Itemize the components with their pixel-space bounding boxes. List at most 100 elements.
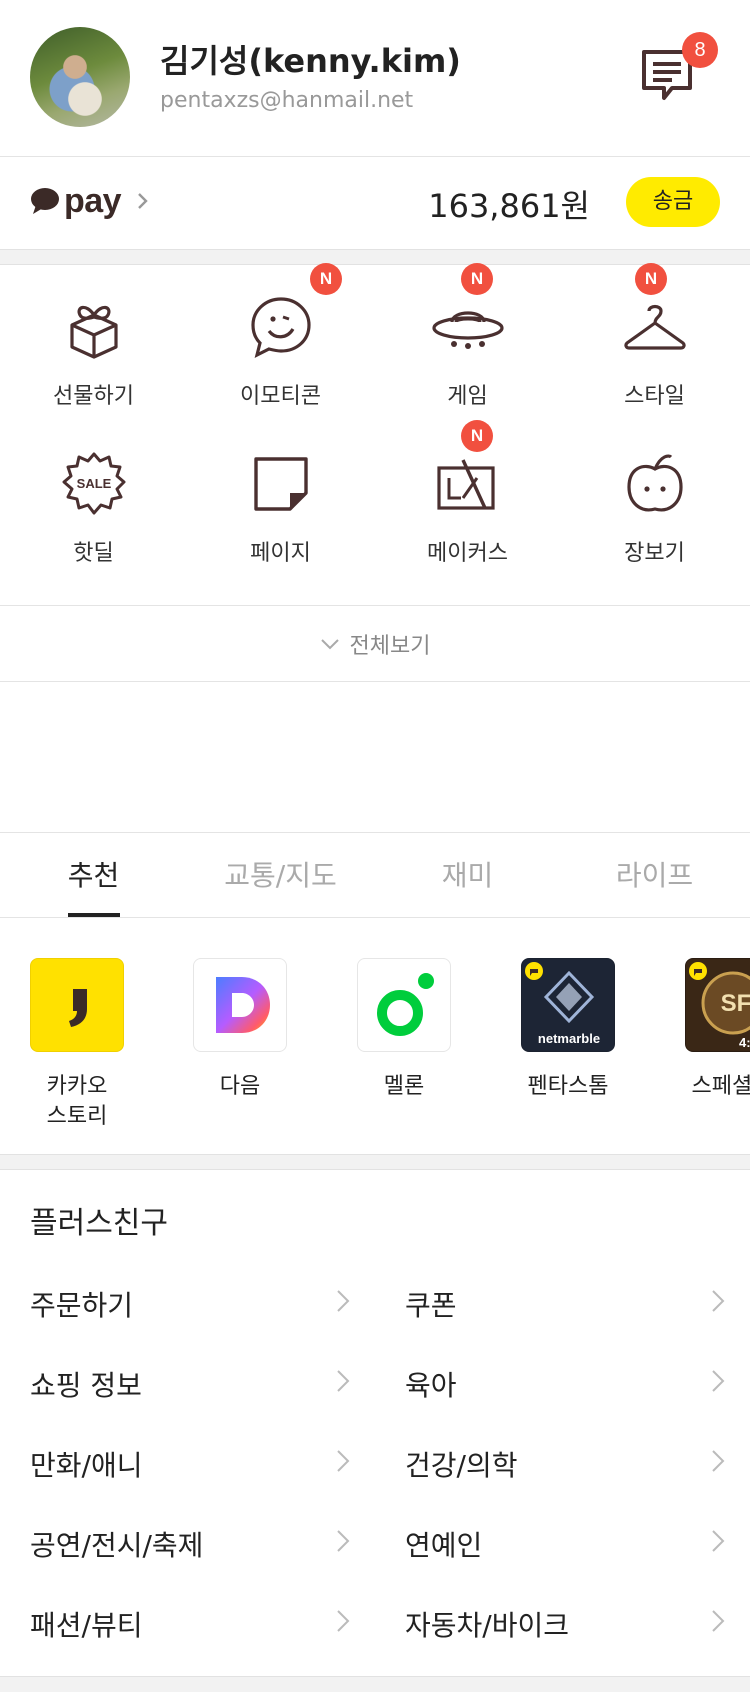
tab-fun[interactable]: 재미	[374, 833, 561, 919]
service-grid: 선물하기 N 이모티콘 N 게임 N 스타일 SALE 핫딜 페이지 N 메이커…	[0, 263, 750, 605]
section-divider	[0, 249, 750, 265]
daum-icon	[193, 958, 287, 1052]
new-badge: N	[635, 263, 667, 295]
profile-name: 김기성(kenny.kim)	[160, 42, 461, 80]
pay-balance: 163,861원	[428, 187, 590, 225]
page-note-icon	[253, 457, 308, 511]
svg-text:netmarble: netmarble	[538, 1031, 600, 1046]
ufo-game-icon	[431, 311, 504, 349]
service-label: 메이커스	[427, 541, 508, 566]
service-label: 핫딜	[73, 541, 114, 566]
service-page[interactable]: 페이지	[187, 422, 374, 572]
service-label: 이모티콘	[240, 384, 321, 409]
section-divider	[0, 1676, 750, 1692]
service-style[interactable]: N 스타일	[561, 263, 748, 415]
plus-item-label: 공연/전시/축제	[30, 1529, 204, 1562]
chevron-right-icon	[337, 1450, 350, 1472]
plus-item-label: 쇼핑 정보	[30, 1369, 142, 1402]
section-divider	[0, 1154, 750, 1170]
plus-friends-title: 플러스친구	[30, 1206, 168, 1241]
kakaostory-icon	[30, 958, 124, 1052]
service-label: 게임	[447, 384, 488, 409]
hanger-icon	[623, 304, 686, 350]
plus-item-label: 건강/의학	[405, 1449, 518, 1482]
app-pentastorm[interactable]: netmarble 펜타스톰	[493, 958, 643, 1102]
avatar[interactable]	[30, 27, 130, 127]
new-badge: N	[461, 420, 493, 452]
service-label: 페이지	[250, 541, 311, 566]
chevron-right-icon	[712, 1450, 725, 1472]
service-makers[interactable]: N 메이커스	[374, 420, 561, 572]
empty-banner-area	[0, 682, 750, 832]
chevron-right-icon	[337, 1290, 350, 1312]
speech-bubble-icon	[31, 188, 59, 214]
service-label: 장보기	[624, 541, 685, 566]
plus-item-label: 자동차/바이크	[405, 1609, 569, 1642]
tab-life[interactable]: 라이프	[561, 833, 748, 919]
category-tabs: 추천 교통/지도 재미 라이프	[0, 832, 750, 918]
app-kakaostory[interactable]: 카카오 스토리	[2, 958, 152, 1132]
plus-item-label: 쿠폰	[405, 1289, 457, 1322]
app-name: 다음	[219, 1074, 261, 1099]
tab-transport-map[interactable]: 교통/지도	[187, 833, 374, 919]
app-daum[interactable]: 다음	[165, 958, 315, 1102]
svg-text:4:33: 4:33	[739, 1035, 750, 1050]
app-name: 멜론	[383, 1074, 425, 1099]
plus-item-health[interactable]: 건강/의학	[405, 1432, 725, 1492]
plus-item-label: 육아	[405, 1369, 457, 1402]
melon-icon	[357, 958, 451, 1052]
svg-text:SF: SF	[721, 990, 750, 1017]
tab-recommended[interactable]: 추천	[0, 833, 187, 919]
chevron-right-icon	[337, 1610, 350, 1632]
message-count-badge: 8	[682, 32, 718, 68]
app-name: 스페셜포	[691, 1074, 750, 1099]
service-emoticon[interactable]: N 이모티콘	[187, 263, 374, 415]
send-money-button[interactable]: 송금	[626, 177, 720, 227]
chevron-right-icon	[712, 1610, 725, 1632]
chevron-right-icon	[712, 1370, 725, 1392]
view-all-label: 전체보기	[349, 633, 431, 659]
chevron-right-icon	[712, 1290, 725, 1312]
service-hotdeal[interactable]: SALE 핫딜	[0, 422, 187, 572]
plus-item-comics[interactable]: 만화/애니	[30, 1432, 350, 1492]
plus-item-parenting[interactable]: 육아	[405, 1352, 725, 1412]
recommended-apps: 카카오 스토리 다음 멜론 netmarble 펜타스톰 SF 4: 스페셜	[0, 918, 750, 1154]
makers-icon	[436, 459, 495, 510]
plus-item-label: 주문하기	[30, 1289, 134, 1322]
app-melon[interactable]: 멜론	[329, 958, 479, 1102]
plus-item-automotive[interactable]: 자동차/바이크	[405, 1592, 725, 1652]
plus-item-fashion[interactable]: 패션/뷰티	[30, 1592, 350, 1652]
new-badge: N	[310, 263, 342, 295]
gift-box-icon	[69, 305, 118, 359]
pay-bar: pay 163,861원 송금	[0, 157, 750, 249]
plus-item-coupon[interactable]: 쿠폰	[405, 1272, 725, 1332]
sale-tag-icon: SALE	[62, 452, 125, 515]
app-name: 카카오 스토리	[46, 1074, 108, 1129]
chevron-right-icon	[337, 1530, 350, 1552]
service-game[interactable]: N 게임	[374, 263, 561, 415]
pay-logo-text: pay	[64, 181, 122, 220]
service-label: 스타일	[624, 384, 685, 409]
active-tab-indicator	[68, 913, 120, 917]
service-gift[interactable]: 선물하기	[0, 265, 187, 415]
specialforce-icon: SF 4:33	[685, 958, 750, 1052]
plus-item-celebrity[interactable]: 연예인	[405, 1512, 725, 1572]
apple-icon	[626, 454, 683, 512]
plus-item-order[interactable]: 주문하기	[30, 1272, 350, 1332]
service-groceries[interactable]: 장보기	[561, 422, 748, 572]
service-label: 선물하기	[53, 384, 134, 409]
plus-item-shopping[interactable]: 쇼핑 정보	[30, 1352, 350, 1412]
plus-item-label: 패션/뷰티	[30, 1609, 143, 1642]
pentastorm-icon: netmarble	[521, 958, 615, 1052]
pay-link[interactable]: pay	[30, 179, 149, 223]
view-all-button[interactable]: 전체보기	[0, 605, 750, 682]
plus-item-events[interactable]: 공연/전시/축제	[30, 1512, 350, 1572]
profile-email: pentaxzs@hanmail.net	[160, 88, 414, 113]
plus-item-label: 연예인	[405, 1529, 483, 1562]
chevron-down-icon	[320, 638, 339, 649]
profile-header: 김기성(kenny.kim) pentaxzs@hanmail.net 8	[0, 0, 750, 157]
app-specialforce[interactable]: SF 4:33 스페셜포	[657, 958, 750, 1102]
plus-item-label: 만화/애니	[30, 1449, 143, 1482]
new-badge: N	[461, 263, 493, 295]
chevron-right-icon	[138, 193, 148, 209]
